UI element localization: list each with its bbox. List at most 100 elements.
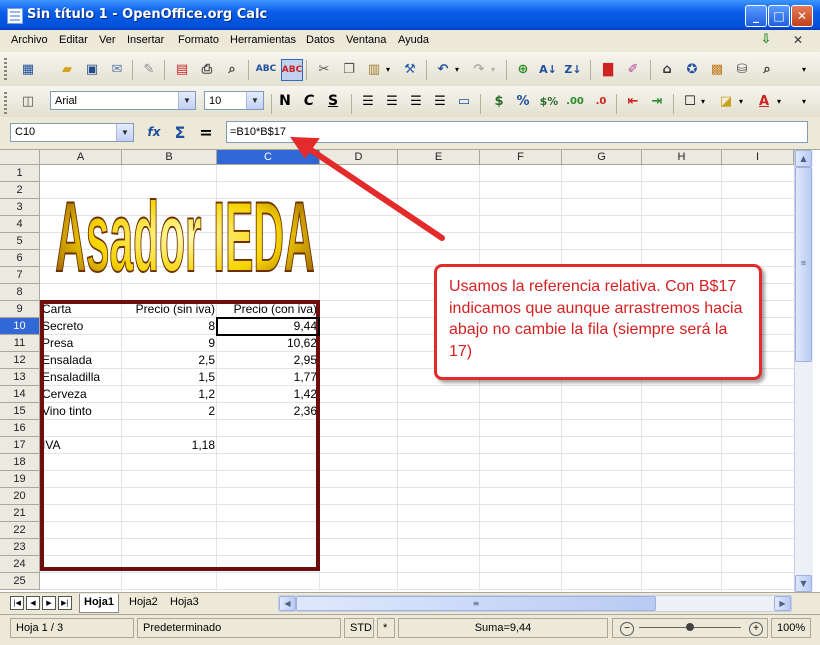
- menu-ventana[interactable]: Ventana: [346, 34, 386, 46]
- column-header-b[interactable]: B: [122, 150, 217, 165]
- paste-dropdown-icon[interactable]: ▾: [383, 59, 393, 79]
- row-header-selected[interactable]: 10: [0, 318, 40, 335]
- underline-button[interactable]: S: [323, 91, 343, 111]
- print-preview-icon[interactable]: ⌕: [222, 59, 242, 79]
- status-page-style[interactable]: Predeterminado: [137, 618, 341, 638]
- sort-descending-icon[interactable]: Z↓: [563, 59, 583, 79]
- row-header[interactable]: 19: [0, 471, 40, 488]
- column-header-f[interactable]: F: [480, 150, 562, 165]
- bold-button[interactable]: N: [275, 91, 295, 111]
- edit-file-icon[interactable]: ✎: [139, 59, 159, 79]
- background-color-dropdown-icon[interactable]: ▾: [736, 91, 746, 111]
- undo-dropdown-icon[interactable]: ▾: [452, 59, 462, 79]
- export-pdf-icon[interactable]: ▤: [172, 59, 192, 79]
- wordart-title[interactable]: Asador IEDA: [40, 172, 330, 292]
- row-header[interactable]: 5: [0, 233, 40, 250]
- menu-ayuda[interactable]: Ayuda: [398, 34, 429, 46]
- font-color-icon[interactable]: A: [754, 91, 774, 111]
- row-header[interactable]: 22: [0, 522, 40, 539]
- currency-format-icon[interactable]: $: [489, 91, 509, 111]
- toolbar-options-icon[interactable]: ▾: [798, 59, 810, 79]
- zoom-in-icon[interactable]: +: [749, 622, 763, 636]
- sum-icon[interactable]: Σ: [170, 122, 190, 142]
- email-icon[interactable]: ✉: [107, 59, 127, 79]
- row-header[interactable]: 17: [0, 437, 40, 454]
- vertical-scrollbar[interactable]: ▲ ≡ ▼: [794, 150, 813, 592]
- new-document-icon[interactable]: ▦: [18, 59, 38, 79]
- download-update-icon[interactable]: ⇩: [757, 32, 775, 48]
- select-all-corner[interactable]: [0, 150, 40, 165]
- chevron-down-icon[interactable]: ▼: [116, 124, 133, 141]
- chevron-down-icon[interactable]: ▼: [246, 92, 263, 109]
- align-right-icon[interactable]: ☰: [406, 91, 426, 111]
- name-box[interactable]: C10 ▼: [10, 123, 134, 142]
- scroll-down-icon[interactable]: ▼: [795, 575, 812, 592]
- background-color-icon[interactable]: ◪: [716, 91, 736, 111]
- zoom-out-icon[interactable]: −: [620, 622, 634, 636]
- row-header[interactable]: 1: [0, 165, 40, 182]
- function-wizard-icon[interactable]: fx: [144, 122, 164, 142]
- justify-icon[interactable]: ☰: [430, 91, 450, 111]
- delete-decimal-icon[interactable]: .0: [591, 91, 611, 111]
- data-sources-icon[interactable]: ⛁: [732, 59, 752, 79]
- horizontal-scroll-thumb[interactable]: ≡: [296, 596, 656, 611]
- align-center-icon[interactable]: ☰: [382, 91, 402, 111]
- decrease-indent-icon[interactable]: ⇤: [623, 91, 643, 111]
- increase-indent-icon[interactable]: ⇥: [647, 91, 667, 111]
- row-header[interactable]: 13: [0, 369, 40, 386]
- row-header[interactable]: 7: [0, 267, 40, 284]
- row-header[interactable]: 14: [0, 386, 40, 403]
- menu-datos[interactable]: Datos: [306, 34, 335, 46]
- sheet-tab-hoja3[interactable]: Hoja3: [166, 594, 203, 612]
- row-header[interactable]: 11: [0, 335, 40, 352]
- sheet-tab-hoja1[interactable]: Hoja1: [79, 594, 119, 613]
- borders-dropdown-icon[interactable]: ▾: [698, 91, 708, 111]
- row-header[interactable]: 25: [0, 573, 40, 590]
- toolbar-options-icon[interactable]: ▾: [798, 91, 810, 111]
- italic-button[interactable]: C: [299, 91, 319, 111]
- status-zoom-level[interactable]: 100%: [771, 618, 811, 638]
- row-header[interactable]: 4: [0, 216, 40, 233]
- row-header[interactable]: 21: [0, 505, 40, 522]
- function-equals-icon[interactable]: =: [196, 122, 216, 142]
- row-header[interactable]: 16: [0, 420, 40, 437]
- next-sheet-icon[interactable]: ▶: [42, 596, 56, 610]
- save-icon[interactable]: ▣: [82, 59, 102, 79]
- row-header[interactable]: 9: [0, 301, 40, 318]
- row-header[interactable]: 12: [0, 352, 40, 369]
- scroll-right-icon[interactable]: ▶: [774, 596, 791, 611]
- scroll-thumb[interactable]: ≡: [795, 167, 812, 362]
- spellcheck-icon[interactable]: ABC: [256, 59, 276, 79]
- row-header[interactable]: 8: [0, 284, 40, 301]
- menu-herramientas[interactable]: Herramientas: [230, 34, 296, 46]
- minimize-button[interactable]: _: [745, 5, 767, 27]
- chart-icon[interactable]: ▇: [598, 59, 618, 79]
- zoom-icon[interactable]: ⌕: [757, 59, 777, 79]
- row-header[interactable]: 6: [0, 250, 40, 267]
- column-header-c[interactable]: C: [217, 150, 320, 165]
- row-header[interactable]: 15: [0, 403, 40, 420]
- cut-icon[interactable]: ✂: [314, 59, 334, 79]
- menu-ver[interactable]: Ver: [99, 34, 116, 46]
- copy-icon[interactable]: ❐: [339, 59, 359, 79]
- percent-format-icon[interactable]: %: [513, 91, 533, 111]
- row-header[interactable]: 2: [0, 182, 40, 199]
- status-sum[interactable]: Suma=9,44: [398, 618, 608, 638]
- previous-sheet-icon[interactable]: ◀: [26, 596, 40, 610]
- scroll-up-icon[interactable]: ▲: [795, 150, 812, 167]
- show-draw-functions-icon[interactable]: ✐: [623, 59, 643, 79]
- font-size-combobox[interactable]: 10 ▼: [204, 91, 264, 110]
- open-folder-icon[interactable]: ▰: [57, 59, 77, 79]
- borders-icon[interactable]: ☐: [680, 91, 700, 111]
- horizontal-scrollbar[interactable]: ◀ ≡ ▶: [278, 595, 792, 612]
- row-header[interactable]: 23: [0, 539, 40, 556]
- find-replace-icon[interactable]: ⌂: [657, 59, 677, 79]
- row-header[interactable]: 3: [0, 199, 40, 216]
- add-decimal-icon[interactable]: .00: [565, 91, 585, 111]
- row-header[interactable]: 18: [0, 454, 40, 471]
- paste-icon[interactable]: ▥: [364, 59, 384, 79]
- autospellcheck-icon[interactable]: ABC: [281, 59, 303, 81]
- column-header-g[interactable]: G: [562, 150, 642, 165]
- navigator-compass-icon[interactable]: ✪: [682, 59, 702, 79]
- column-header-d[interactable]: D: [320, 150, 398, 165]
